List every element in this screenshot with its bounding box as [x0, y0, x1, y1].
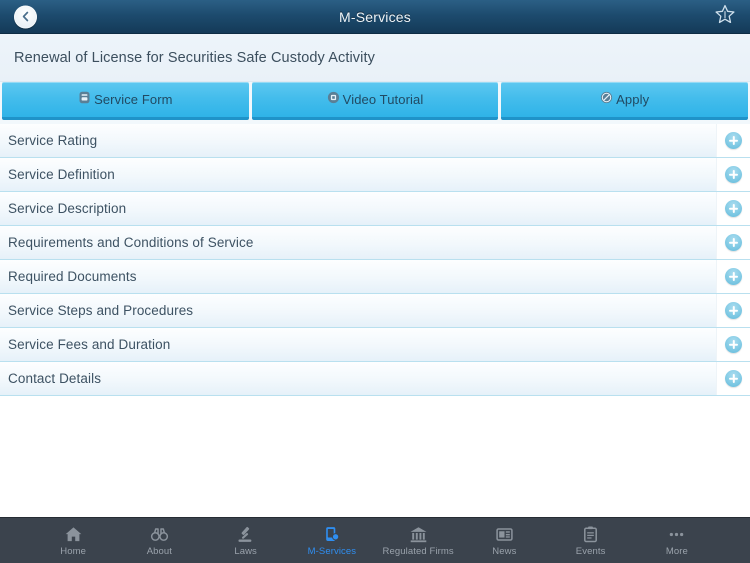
list-item-label: Service Fees and Duration: [8, 337, 171, 352]
expand-button[interactable]: [716, 294, 750, 327]
tabbar-item-about-label: About: [146, 545, 173, 557]
home-icon: [64, 525, 83, 544]
chevron-left-icon: [21, 11, 30, 23]
list-item-label: Requirements and Conditions of Service: [8, 235, 254, 250]
tabbar-item-regulated-firms-label: Regulated Firms: [382, 545, 454, 557]
list-item[interactable]: Service Description: [0, 192, 750, 226]
service-sections-list: Service Rating Service Definition Servic…: [0, 124, 750, 517]
tabbar-item-regulated-firms[interactable]: Regulated Firms: [375, 518, 461, 563]
tabbar-item-home-label: Home: [60, 545, 86, 557]
tab-apply[interactable]: Apply: [501, 82, 749, 120]
tab-apply-label: Apply: [616, 92, 650, 107]
list-item[interactable]: Requirements and Conditions of Service: [0, 226, 750, 260]
mobile-service-icon: [322, 525, 341, 544]
tab-video-tutorial[interactable]: Video Tutorial: [251, 82, 499, 120]
tabbar-item-events[interactable]: Events: [548, 518, 634, 563]
star-outline-icon: [714, 4, 736, 30]
tabbar-item-home[interactable]: Home: [30, 518, 116, 563]
service-tabstrip: Service Form Video Tutorial Apply: [0, 82, 750, 124]
list-item[interactable]: Service Steps and Procedures: [0, 294, 750, 328]
expand-button[interactable]: [716, 124, 750, 157]
expand-button[interactable]: [716, 226, 750, 259]
service-heading-text: Renewal of License for Securities Safe C…: [14, 49, 375, 66]
binoculars-icon: [150, 525, 169, 544]
favorite-button[interactable]: [712, 4, 738, 30]
plus-icon: [725, 370, 742, 387]
app-root: M-Services Renewal of License for Securi…: [0, 0, 750, 563]
plus-icon: [725, 200, 742, 217]
navbar: M-Services: [0, 0, 750, 34]
tab-service-form-label: Service Form: [94, 92, 173, 107]
tabbar-item-laws[interactable]: Laws: [203, 518, 289, 563]
tabbar-item-about[interactable]: About: [116, 518, 202, 563]
tabbar-item-events-label: Events: [575, 545, 606, 557]
list-item-label: Service Steps and Procedures: [8, 303, 194, 318]
expand-button[interactable]: [716, 158, 750, 191]
expand-button[interactable]: [716, 260, 750, 293]
list-item-label: Contact Details: [8, 371, 102, 386]
tab-video-tutorial-label: Video Tutorial: [342, 92, 424, 107]
expand-button[interactable]: [716, 192, 750, 225]
page-title: M-Services: [338, 8, 411, 25]
tabbar-item-m-services[interactable]: M-Services: [289, 518, 375, 563]
document-icon: [78, 91, 91, 109]
tabbar-item-more[interactable]: More: [634, 518, 720, 563]
plus-icon: [725, 302, 742, 319]
back-button[interactable]: [14, 5, 37, 28]
list-item-label: Service Description: [8, 201, 127, 216]
list-item[interactable]: Contact Details: [0, 362, 750, 396]
list-item[interactable]: Service Fees and Duration: [0, 328, 750, 362]
clipboard-icon: [581, 525, 600, 544]
plus-icon: [725, 132, 742, 149]
expand-button[interactable]: [716, 328, 750, 361]
list-item-label: Service Definition: [8, 167, 115, 182]
plus-icon: [725, 268, 742, 285]
tabbar-item-laws-label: Laws: [234, 545, 257, 557]
tab-service-form[interactable]: Service Form: [2, 82, 249, 120]
bank-icon: [409, 525, 428, 544]
bottom-tabbar: Home About Laws M-Services Regulated Fir…: [0, 517, 750, 563]
ellipsis-icon: [667, 525, 686, 544]
tabbar-item-news[interactable]: News: [461, 518, 547, 563]
gavel-icon: [236, 525, 255, 544]
video-icon: [327, 91, 340, 109]
tabbar-item-more-label: More: [665, 545, 688, 557]
list-item[interactable]: Service Rating: [0, 124, 750, 158]
list-item[interactable]: Service Definition: [0, 158, 750, 192]
list-item-label: Required Documents: [8, 269, 137, 284]
tabbar-item-m-services-label: M-Services: [307, 545, 357, 557]
list-item[interactable]: Required Documents: [0, 260, 750, 294]
plus-icon: [725, 336, 742, 353]
expand-button[interactable]: [716, 362, 750, 395]
newspaper-icon: [495, 525, 514, 544]
plus-icon: [725, 166, 742, 183]
edit-circle-icon: [600, 91, 613, 109]
plus-icon: [725, 234, 742, 251]
list-item-label: Service Rating: [8, 133, 98, 148]
service-heading: Renewal of License for Securities Safe C…: [0, 34, 750, 82]
tabbar-item-news-label: News: [492, 545, 517, 557]
